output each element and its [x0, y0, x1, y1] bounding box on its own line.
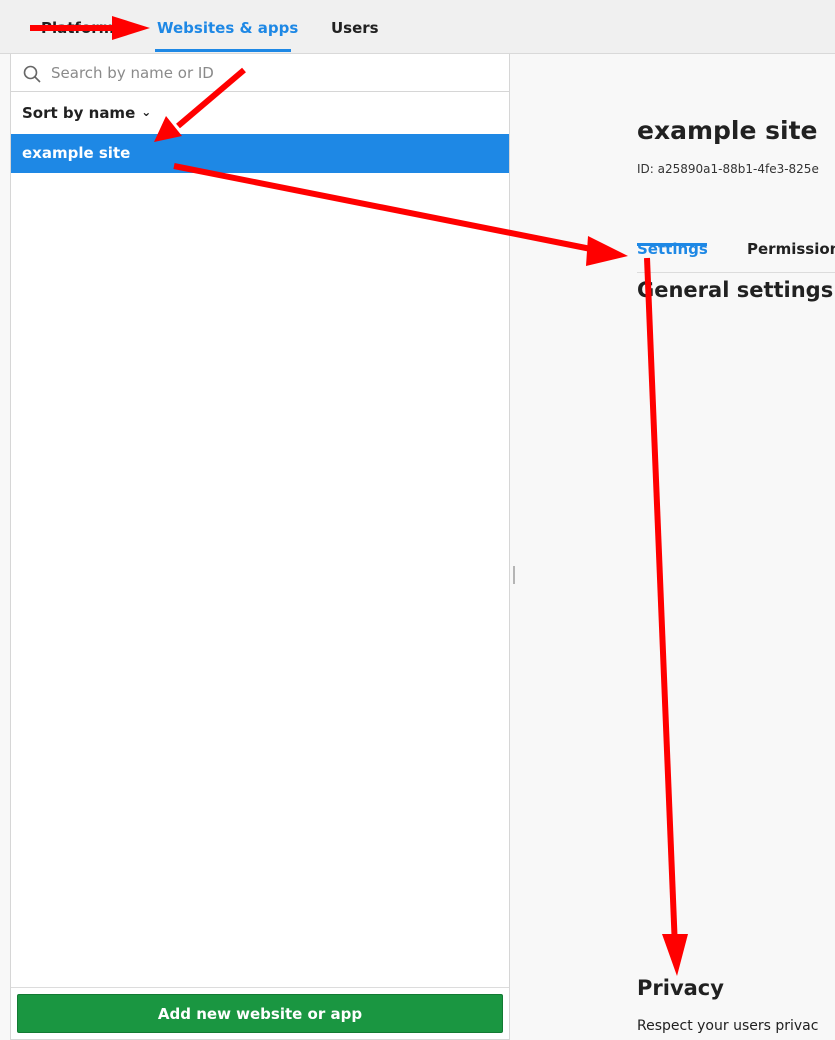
chevron-down-icon: ⌄: [141, 105, 152, 119]
list-item[interactable]: example site: [11, 134, 509, 173]
privacy-description: Respect your users privac: [637, 1018, 819, 1034]
active-tab-underline: [155, 49, 291, 52]
general-settings-heading: General settings: [637, 278, 834, 302]
add-website-button[interactable]: Add new website or app: [17, 994, 503, 1033]
tab-platform[interactable]: Platform: [41, 19, 114, 37]
tabs-divider: [637, 272, 835, 273]
page-title: example site: [637, 116, 818, 145]
sort-label: Sort by name: [22, 104, 136, 122]
site-id: ID: a25890a1-88b1-4fe3-825e: [637, 162, 819, 176]
detail-panel: example site ID: a25890a1-88b1-4fe3-825e…: [515, 54, 835, 1040]
search-icon: [23, 65, 41, 83]
search-bar: [11, 54, 509, 92]
divider: [11, 987, 509, 988]
search-input[interactable]: [51, 60, 491, 86]
tab-permissions[interactable]: Permission: [747, 240, 835, 258]
sort-dropdown[interactable]: Sort by name ⌄: [22, 104, 151, 122]
privacy-heading: Privacy: [637, 976, 724, 1000]
tab-users[interactable]: Users: [331, 19, 379, 37]
tab-websites-apps[interactable]: Websites & apps: [157, 19, 298, 37]
sidebar: Sort by name ⌄ example site Add new websi…: [10, 54, 510, 1040]
top-nav: Platform Websites & apps Users: [0, 0, 835, 54]
settings-tab-underline: [637, 243, 707, 246]
list-item-label: example site: [22, 144, 131, 162]
